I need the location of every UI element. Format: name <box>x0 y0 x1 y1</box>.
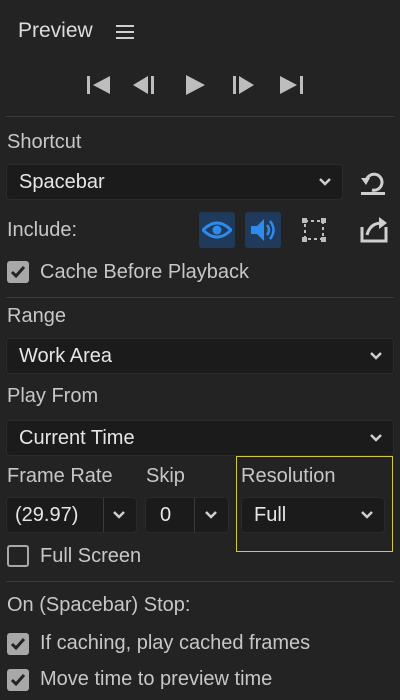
overlays-icon[interactable] <box>296 212 332 248</box>
shortcut-dropdown[interactable]: Spacebar <box>6 164 343 200</box>
divider <box>6 581 394 582</box>
video-eye-icon[interactable] <box>199 212 235 248</box>
preview-panel: Preview Shortcut Spacebar Include: Cache… <box>0 0 400 700</box>
play-from-value: Current Time <box>19 427 135 449</box>
skip-dropdown[interactable]: 0 <box>145 497 229 533</box>
move-time-label: Move time to preview time <box>40 668 273 690</box>
play-cached-frames-label: If caching, play cached frames <box>40 632 311 654</box>
audio-speaker-icon[interactable] <box>245 212 281 248</box>
panel-menu-icon[interactable] <box>116 25 134 39</box>
on-stop-label: On (Spacebar) Stop: <box>7 594 191 616</box>
divider <box>103 498 104 532</box>
divider <box>6 297 394 298</box>
skip-value: 0 <box>160 504 172 526</box>
cache-before-playback-checkbox[interactable] <box>7 261 29 283</box>
range-value: Work Area <box>19 345 112 367</box>
frame-rate-dropdown[interactable]: (29.97) <box>6 497 137 533</box>
frame-rate-value: (29.97) <box>15 504 79 526</box>
full-screen-checkbox[interactable] <box>7 545 29 567</box>
export-icon[interactable] <box>358 214 390 244</box>
chevron-down-icon <box>318 175 332 189</box>
include-label: Include: <box>7 219 78 241</box>
resolution-label: Resolution <box>241 465 336 487</box>
reset-icon[interactable] <box>358 168 388 198</box>
cache-before-playback-label: Cache Before Playback <box>40 261 250 283</box>
last-frame-icon[interactable] <box>274 68 308 102</box>
skip-label: Skip <box>146 465 185 487</box>
shortcut-label: Shortcut <box>7 131 82 153</box>
play-cached-frames-checkbox[interactable] <box>7 633 29 655</box>
chevron-down-icon <box>369 431 383 445</box>
frame-rate-label: Frame Rate <box>7 465 113 487</box>
panel-title: Preview <box>18 19 93 42</box>
full-screen-label: Full Screen <box>40 545 142 567</box>
chevron-down-icon <box>360 508 374 522</box>
chevron-down-icon <box>112 508 126 522</box>
play-from-label: Play From <box>7 385 99 407</box>
previous-frame-icon[interactable] <box>128 68 162 102</box>
resolution-value: Full <box>254 504 287 526</box>
chevron-down-icon <box>204 508 218 522</box>
range-label: Range <box>7 305 66 327</box>
play-icon[interactable] <box>178 68 212 102</box>
first-frame-icon[interactable] <box>82 68 116 102</box>
move-time-checkbox[interactable] <box>7 669 29 691</box>
next-frame-icon[interactable] <box>226 68 260 102</box>
play-from-dropdown[interactable]: Current Time <box>6 420 394 456</box>
divider <box>194 498 195 532</box>
resolution-dropdown[interactable]: Full <box>241 497 385 533</box>
range-dropdown[interactable]: Work Area <box>6 338 394 374</box>
shortcut-value: Spacebar <box>19 171 105 193</box>
divider <box>6 116 394 117</box>
chevron-down-icon <box>369 349 383 363</box>
